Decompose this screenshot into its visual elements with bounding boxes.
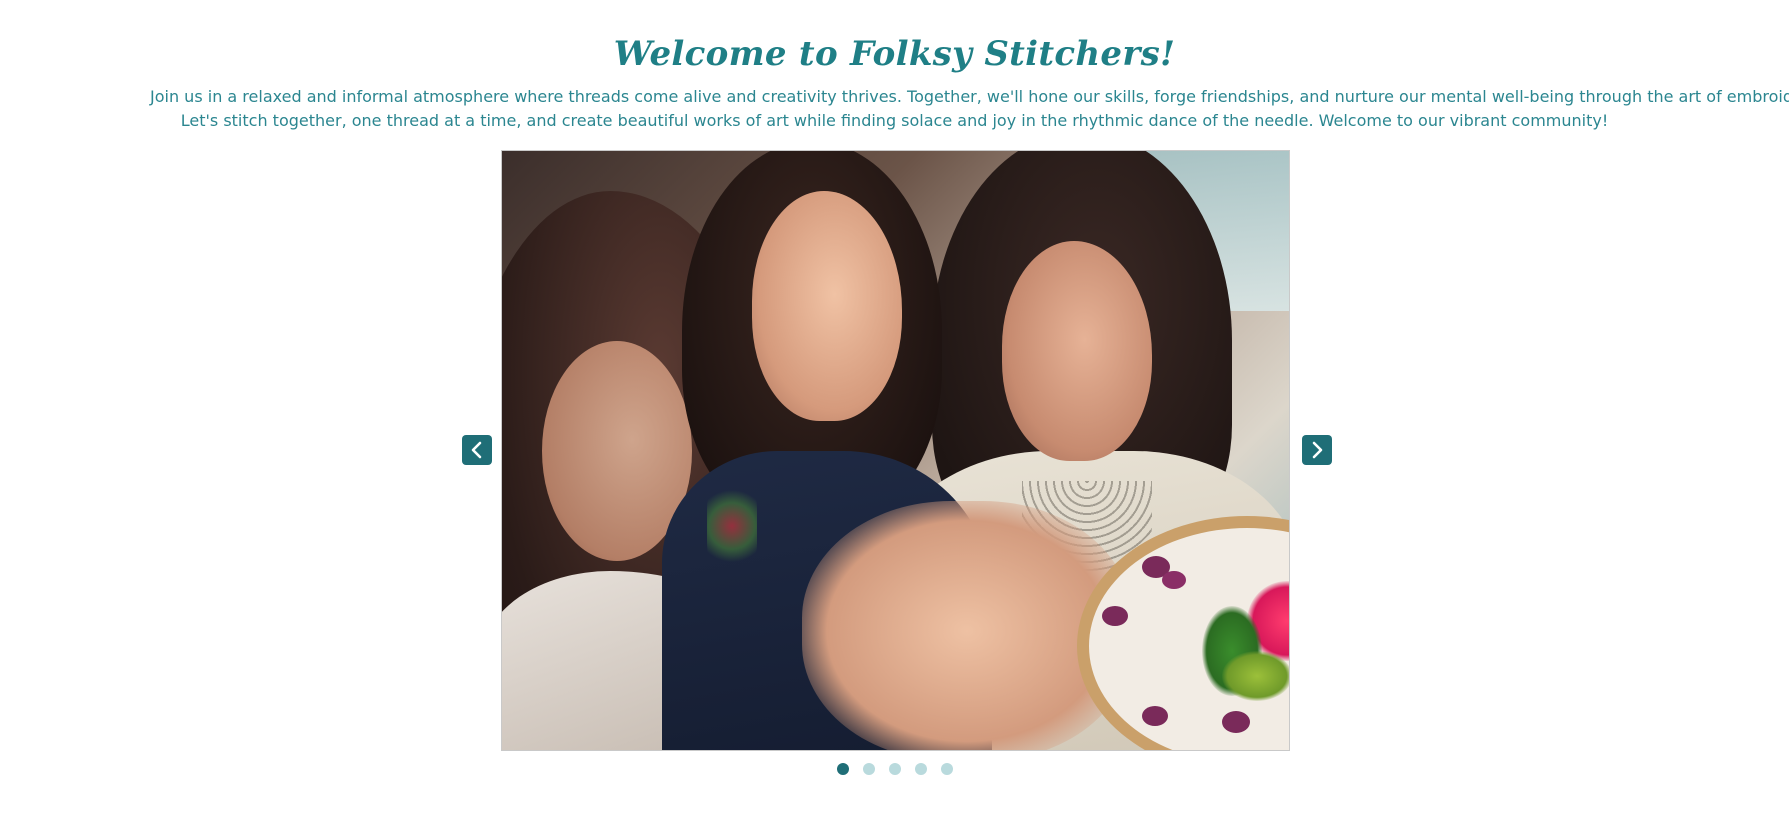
- carousel-prev-button[interactable]: [462, 435, 492, 465]
- page: Welcome to Folksy Stitchers! Join us in …: [0, 0, 1789, 822]
- carousel-dot-1[interactable]: [836, 763, 849, 775]
- intro-line-2: Let's stitch together, one thread at a t…: [180, 111, 1609, 130]
- intro-text: Join us in a relaxed and informal atmosp…: [150, 85, 1789, 133]
- carousel-dot-3[interactable]: [888, 763, 901, 775]
- carousel-next-button[interactable]: [1302, 435, 1332, 465]
- chevron-right-icon: [1312, 441, 1323, 459]
- carousel-dot-2[interactable]: [862, 763, 875, 775]
- carousel-dot-5[interactable]: [940, 763, 953, 775]
- carousel-indicators: [0, 763, 1789, 775]
- carousel-slide-image: [501, 150, 1290, 751]
- chevron-left-icon: [471, 441, 482, 459]
- intro-line-1: Join us in a relaxed and informal atmosp…: [150, 87, 1789, 106]
- carousel-dot-4[interactable]: [914, 763, 927, 775]
- page-title: Welcome to Folksy Stitchers!: [613, 34, 1176, 74]
- image-carousel: [501, 150, 1290, 751]
